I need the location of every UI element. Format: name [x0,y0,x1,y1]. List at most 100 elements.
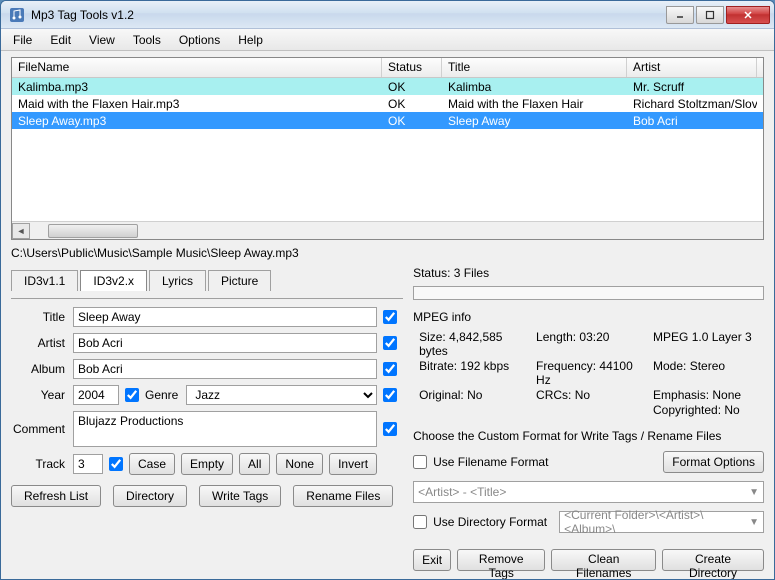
mpeg-size: Size: 4,842,585 bytes [419,330,530,358]
mpeg-bitrate: Bitrate: 192 kbps [419,359,530,387]
menu-file[interactable]: File [5,31,40,49]
cell-filename: Maid with the Flaxen Hair.mp3 [12,97,382,111]
empty-button[interactable]: Empty [181,453,233,475]
app-icon [9,7,25,23]
clean-filenames-button[interactable]: Clean Filenames [551,549,656,571]
track-label: Track [11,457,67,471]
tab-picture[interactable]: Picture [208,270,271,291]
cell-filename: Kalimba.mp3 [12,80,382,94]
chevron-down-icon: ▼ [749,517,759,528]
directory-format-combo[interactable]: <Current Folder>\<Artist>\<Album>\ ▼ [559,511,764,533]
cell-artist: Richard Stoltzman/Slovak [627,97,757,111]
close-button[interactable] [726,6,770,24]
cell-status: OK [382,114,442,128]
use-filename-check[interactable] [413,455,427,469]
case-button[interactable]: Case [129,453,175,475]
cell-title: Kalimba [442,80,627,94]
menu-view[interactable]: View [81,31,123,49]
mpeg-length: Length: 03:20 [536,330,647,358]
rename-files-button[interactable]: Rename Files [293,485,393,507]
mpeg-crcs: CRCs: No [536,388,647,402]
genre-check[interactable] [383,388,397,402]
cell-artist: Bob Acri [627,114,757,128]
mpeg-copyright: Copyrighted: No [653,403,764,417]
directory-button[interactable]: Directory [113,485,187,507]
scroll-left-icon[interactable]: ◄ [12,223,30,239]
file-list-header: FileName Status Title Artist [12,58,763,78]
year-check[interactable] [125,388,139,402]
cell-filename: Sleep Away.mp3 [12,114,382,128]
comment-check[interactable] [383,422,397,436]
scroll-thumb[interactable] [48,224,138,238]
menu-tools[interactable]: Tools [125,31,169,49]
mpeg-info-heading: MPEG info [413,310,764,324]
maximize-button[interactable] [696,6,724,24]
menubar: File Edit View Tools Options Help [1,29,774,51]
title-check[interactable] [383,310,397,324]
col-header-filename[interactable]: FileName [12,58,382,77]
none-button[interactable]: None [276,453,323,475]
artist-input[interactable] [73,333,377,353]
table-row[interactable]: Sleep Away.mp3OKSleep AwayBob Acri [12,112,763,129]
mpeg-original: Original: No [419,388,530,402]
menu-help[interactable]: Help [230,31,271,49]
artist-check[interactable] [383,336,397,350]
col-header-status[interactable]: Status [382,58,442,77]
cell-status: OK [382,80,442,94]
album-check[interactable] [383,362,397,376]
write-tags-button[interactable]: Write Tags [199,485,281,507]
create-directory-button[interactable]: Create Directory [662,549,764,571]
tab-id3v2[interactable]: ID3v2.x [80,270,147,291]
current-path: C:\Users\Public\Music\Sample Music\Sleep… [11,244,764,262]
titlebar[interactable]: Mp3 Tag Tools v1.2 [1,1,774,29]
genre-label: Genre [145,388,180,402]
tag-form: Title Artist Album Year Genre Jazz [11,298,403,475]
track-check[interactable] [109,457,123,471]
status-label: Status: 3 Files [413,266,764,280]
mpeg-emphasis: Emphasis: None [653,388,764,402]
invert-button[interactable]: Invert [329,453,377,475]
comment-label: Comment [11,422,67,436]
genre-select[interactable]: Jazz [186,385,377,405]
all-button[interactable]: All [239,453,270,475]
tab-lyrics[interactable]: Lyrics [149,270,206,291]
mpeg-info: Size: 4,842,585 bytes Length: 03:20 MPEG… [413,330,764,417]
remove-tags-button[interactable]: Remove Tags [457,549,545,571]
track-input[interactable] [73,454,103,474]
horizontal-scrollbar[interactable]: ◄ [12,221,763,239]
format-options-button[interactable]: Format Options [663,451,764,473]
mpeg-version: MPEG 1.0 Layer 3 [653,330,764,358]
tab-id3v1[interactable]: ID3v1.1 [11,270,78,291]
menu-options[interactable]: Options [171,31,228,49]
title-label: Title [11,310,67,324]
use-directory-check[interactable] [413,515,427,529]
year-input[interactable] [73,385,119,405]
table-row[interactable]: Maid with the Flaxen Hair.mp3OKMaid with… [12,95,763,112]
use-filename-label: Use Filename Format [433,455,548,469]
exit-button[interactable]: Exit [413,549,451,571]
cell-title: Maid with the Flaxen Hair [442,97,627,111]
col-header-artist[interactable]: Artist [627,58,757,77]
filename-format-combo[interactable]: <Artist> - <Title> ▼ [413,481,764,503]
filename-format-value: <Artist> - <Title> [418,485,506,499]
artist-label: Artist [11,336,67,350]
mpeg-mode: Mode: Stereo [653,359,764,387]
cell-artist: Mr. Scruff [627,80,757,94]
menu-edit[interactable]: Edit [42,31,79,49]
minimize-button[interactable] [666,6,694,24]
title-input[interactable] [73,307,377,327]
col-header-title[interactable]: Title [442,58,627,77]
year-label: Year [11,388,67,402]
directory-format-value: <Current Folder>\<Artist>\<Album>\ [564,508,749,536]
cell-status: OK [382,97,442,111]
app-window: Mp3 Tag Tools v1.2 File Edit View Tools … [0,0,775,580]
file-list[interactable]: FileName Status Title Artist Kalimba.mp3… [11,57,764,240]
comment-input[interactable]: Blujazz Productions [73,411,377,447]
album-label: Album [11,362,67,376]
custom-format-heading: Choose the Custom Format for Write Tags … [413,429,764,443]
refresh-list-button[interactable]: Refresh List [11,485,101,507]
mpeg-frequency: Frequency: 44100 Hz [536,359,647,387]
progress-bar [413,286,764,300]
album-input[interactable] [73,359,377,379]
table-row[interactable]: Kalimba.mp3OKKalimbaMr. Scruff [12,78,763,95]
